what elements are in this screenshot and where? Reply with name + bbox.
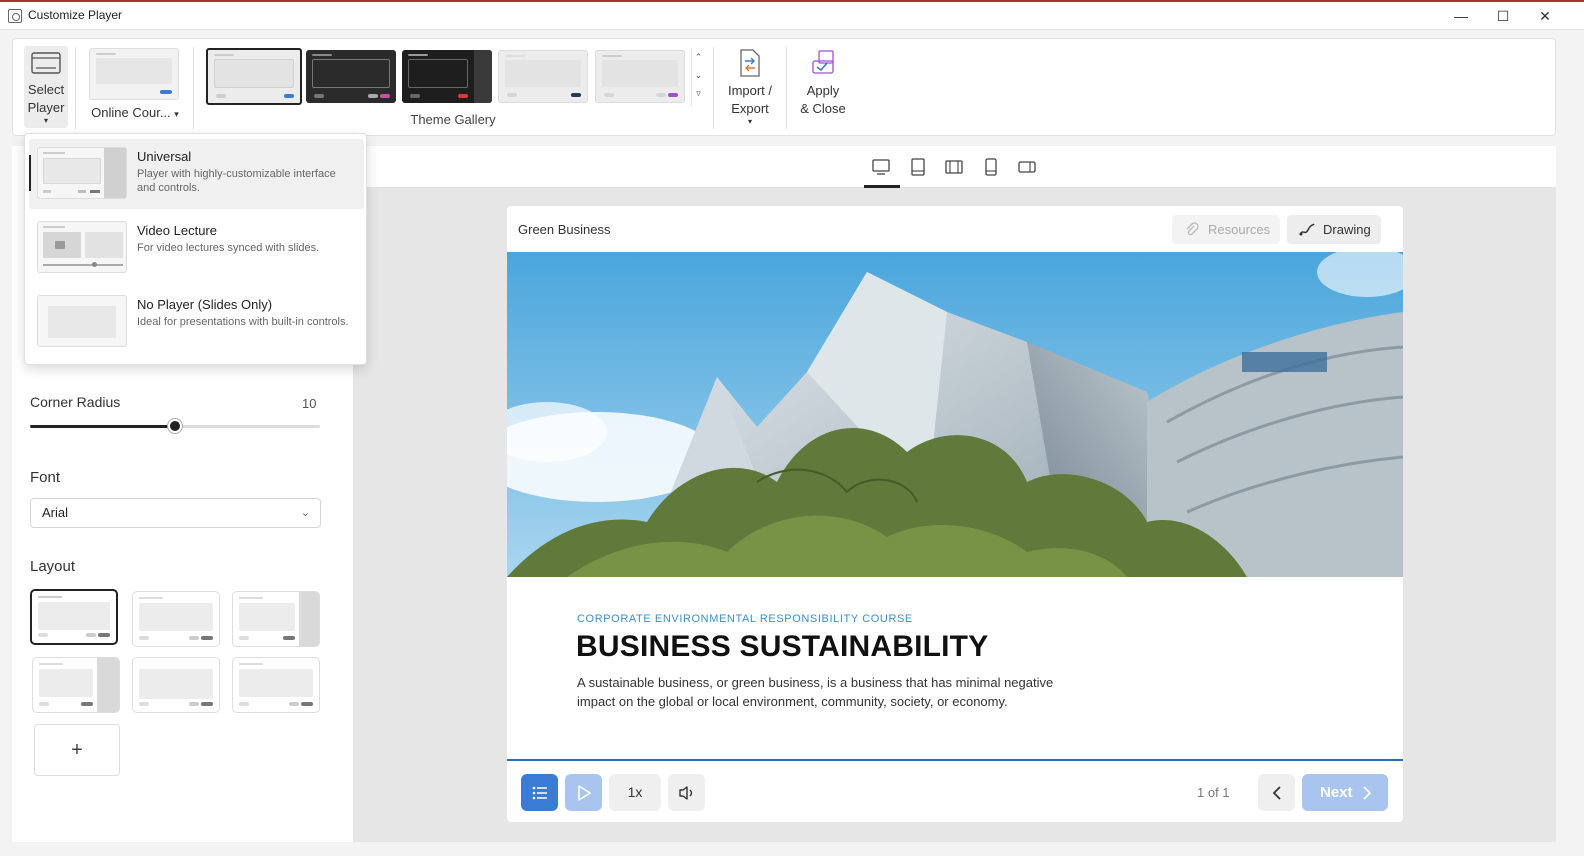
tablet-portrait-view-icon[interactable] bbox=[909, 158, 927, 176]
slide-hero-image bbox=[507, 252, 1403, 577]
select-player-label-1: Select bbox=[27, 82, 65, 97]
font-select[interactable]: Arial ⌄ bbox=[30, 498, 321, 528]
chevron-down-icon: ⌄ bbox=[300, 507, 310, 519]
import-export-button[interactable]: Import / Export ▾ bbox=[719, 49, 781, 131]
select-player-dropdown: Universal Player with highly-customizabl… bbox=[24, 133, 367, 365]
theme-thumbnail-dark-red[interactable] bbox=[402, 50, 492, 103]
universal-title: Universal bbox=[137, 149, 192, 164]
phone-portrait-view-icon[interactable] bbox=[982, 158, 1000, 176]
theme-thumbnail-light-blue[interactable] bbox=[206, 48, 302, 105]
slide-body-text: A sustainable business, or green busines… bbox=[577, 675, 1054, 709]
list-icon bbox=[532, 786, 547, 800]
chevron-down-icon: ▾ bbox=[174, 109, 179, 119]
layout-option-6[interactable] bbox=[232, 657, 320, 713]
layout-option-1[interactable] bbox=[30, 589, 118, 645]
tablet-landscape-view-icon[interactable] bbox=[945, 158, 963, 176]
paperclip-icon bbox=[1186, 222, 1199, 236]
player-option-video-lecture[interactable]: Video Lecture For video lectures synced … bbox=[29, 213, 364, 283]
volume-button[interactable] bbox=[668, 774, 705, 811]
slide-subtitle: CORPORATE ENVIRONMENTAL RESPONSIBILITY C… bbox=[577, 613, 913, 625]
playback-progress-bar[interactable] bbox=[507, 759, 1403, 761]
theme-thumbnail-light-purple[interactable] bbox=[595, 50, 685, 103]
corner-radius-fill bbox=[30, 425, 175, 428]
minimize-button[interactable]: — bbox=[1440, 2, 1482, 30]
font-label: Font bbox=[30, 469, 61, 486]
apply-close-button[interactable]: Apply & Close bbox=[795, 49, 851, 119]
drawing-button[interactable]: Drawing bbox=[1287, 215, 1381, 244]
selected-indicator bbox=[29, 155, 31, 191]
apply-close-icon bbox=[812, 50, 834, 74]
universal-thumbnail bbox=[37, 147, 127, 199]
layout-label: Layout bbox=[30, 558, 76, 575]
resources-button[interactable]: Resources bbox=[1172, 215, 1280, 244]
play-icon bbox=[577, 785, 591, 801]
previous-button[interactable] bbox=[1258, 774, 1295, 811]
corner-radius-label: Corner Radius bbox=[30, 394, 121, 410]
slide-title: BUSINESS SUSTAINABILITY bbox=[576, 630, 989, 663]
chevron-right-icon bbox=[1363, 786, 1372, 800]
add-layout-button[interactable]: + bbox=[34, 724, 120, 776]
select-player-button[interactable]: Select Player ▾ bbox=[24, 46, 68, 128]
playback-speed-button[interactable]: 1x bbox=[609, 774, 661, 811]
next-label: Next bbox=[1320, 784, 1353, 801]
import-export-label-1: Import / bbox=[727, 83, 773, 98]
theme-thumbnail-light-navy[interactable] bbox=[498, 50, 588, 103]
drawing-icon bbox=[1299, 223, 1315, 236]
preview-toolbar bbox=[354, 146, 1556, 188]
phone-landscape-view-icon[interactable] bbox=[1018, 158, 1036, 176]
next-button[interactable]: Next bbox=[1302, 774, 1388, 811]
player-option-no-player[interactable]: No Player (Slides Only) Ideal for presen… bbox=[29, 287, 364, 357]
template-thumbnail bbox=[89, 48, 179, 100]
player-preview: Green Business Resources Drawing CORPORA… bbox=[507, 206, 1403, 822]
universal-description: Player with highly-customizable interfac… bbox=[137, 168, 336, 194]
outline-menu-button[interactable] bbox=[521, 774, 558, 811]
page-indicator: 1 of 1 bbox=[1197, 785, 1230, 800]
import-export-icon bbox=[740, 49, 760, 77]
import-export-label-2: Export bbox=[731, 101, 769, 116]
player-icon bbox=[31, 52, 61, 74]
chevron-down-icon: ▾ bbox=[747, 117, 752, 126]
apply-close-label-2: & Close bbox=[800, 101, 846, 116]
player-header: Green Business Resources Drawing bbox=[507, 206, 1403, 252]
no-player-title: No Player (Slides Only) bbox=[137, 297, 273, 312]
close-button[interactable]: ✕ bbox=[1524, 2, 1566, 30]
drawing-label: Drawing bbox=[1323, 222, 1371, 237]
layout-option-2[interactable] bbox=[132, 591, 220, 647]
layout-option-4[interactable] bbox=[32, 657, 120, 713]
desktop-view-icon[interactable] bbox=[872, 158, 890, 176]
no-player-thumbnail bbox=[37, 295, 127, 347]
course-title: Green Business bbox=[518, 222, 611, 237]
ribbon-toolbar: Select Player ▾ Online Cour... ▾ ⌃ ⌄ ▿ T… bbox=[12, 38, 1556, 136]
layout-option-5[interactable] bbox=[132, 657, 220, 713]
apply-close-label-1: Apply bbox=[806, 83, 840, 98]
select-player-label-2: Player bbox=[27, 100, 65, 115]
resources-label: Resources bbox=[1208, 222, 1271, 237]
layout-option-3[interactable] bbox=[232, 591, 320, 647]
chevron-left-icon bbox=[1272, 786, 1281, 800]
font-select-value: Arial bbox=[42, 505, 69, 520]
gallery-scroll-up-icon[interactable]: ⌃ bbox=[692, 48, 705, 66]
maximize-button[interactable]: ☐ bbox=[1482, 2, 1524, 30]
no-player-description: Ideal for presentations with built-in co… bbox=[137, 316, 349, 328]
app-icon bbox=[8, 9, 22, 23]
volume-icon bbox=[678, 786, 692, 800]
corner-radius-knob[interactable] bbox=[168, 419, 182, 433]
window-title: Customize Player bbox=[28, 8, 123, 22]
video-lecture-title: Video Lecture bbox=[137, 223, 217, 238]
video-lecture-thumbnail bbox=[37, 221, 127, 273]
play-button[interactable] bbox=[565, 774, 602, 811]
chevron-down-icon: ▾ bbox=[43, 116, 48, 125]
gallery-expand-icon[interactable]: ▿ bbox=[692, 84, 705, 102]
corner-radius-value: 10 bbox=[302, 396, 317, 411]
video-lecture-description: For video lectures synced with slides. bbox=[137, 242, 320, 254]
template-button[interactable]: Online Cour... ▾ bbox=[85, 45, 185, 125]
theme-gallery-label: Theme Gallery bbox=[410, 112, 496, 127]
theme-thumbnail-dark-pink[interactable] bbox=[306, 50, 396, 103]
gallery-scroll-down-icon[interactable]: ⌄ bbox=[692, 66, 705, 84]
video-camera-icon bbox=[55, 241, 65, 249]
title-bar: Customize Player — ☐ ✕ bbox=[0, 0, 1584, 30]
player-option-universal[interactable]: Universal Player with highly-customizabl… bbox=[29, 139, 364, 209]
template-label: Online Cour... bbox=[91, 105, 171, 120]
